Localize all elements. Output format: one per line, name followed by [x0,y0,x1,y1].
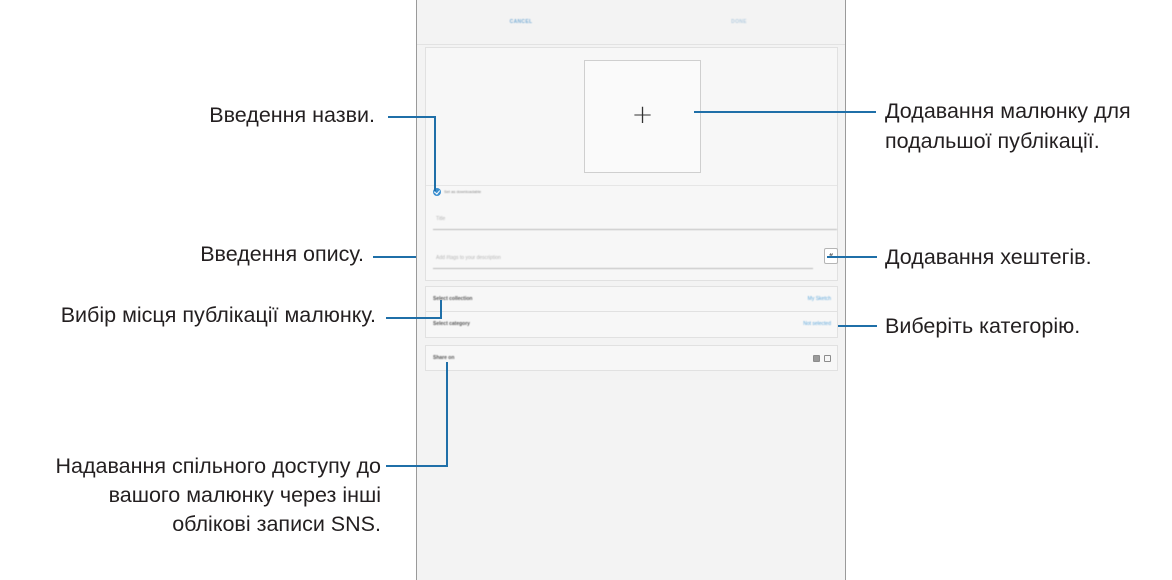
callout-share-line-1: Надавання спільного доступу до [55,454,382,478]
downloadable-checkbox-label: Set as downloadable [444,189,482,194]
plus-icon: + [631,100,654,130]
title-input[interactable]: Title [433,208,837,230]
callout-line [434,116,436,191]
callout-line [440,300,442,319]
drawing-details-form: + Set as downloadable Title Add #tags to… [425,47,838,281]
facebook-icon[interactable] [813,355,820,362]
divider [426,185,837,186]
select-collection-row[interactable]: Select collection My Sketch [425,286,838,312]
callout-publish-place: Вибір місця публікації малюнку. [60,303,376,327]
callout-share-line-2: вашого малюнку через інші [108,483,381,507]
callout-choose-category: Виберіть категорію. [885,314,1081,338]
twitter-icon[interactable] [824,355,831,362]
callout-line [694,111,876,113]
add-image-button[interactable]: + [584,60,701,173]
callout-line [827,256,877,258]
description-input[interactable]: Add #tags to your description [433,247,813,269]
callout-line [446,362,448,467]
callout-line [386,465,448,467]
top-action-bar: CANCEL DONE [417,0,845,45]
select-category-row[interactable]: Select category Not selected [425,312,838,338]
tablet-screen: CANCEL DONE + Set as downloadable Title … [416,0,846,580]
callout-line [373,256,416,258]
callout-line [388,116,436,118]
callout-add-image-line-1: Додавання малюнку для [885,99,1131,123]
share-on-label: Share on [433,355,455,361]
collection-value: My Sketch [807,296,831,302]
callout-line [838,325,877,327]
share-on-row: Share on [425,345,838,371]
category-value: Not selected [803,321,831,327]
cancel-button[interactable]: CANCEL [481,0,561,44]
callout-add-hashtags: Додавання хештегів. [885,245,1092,269]
done-button[interactable]: DONE [699,0,779,44]
select-collection-label: Select collection [433,296,473,302]
callout-line [386,317,442,319]
select-category-label: Select category [433,321,470,327]
callout-title-entry: Введення назви. [209,103,375,127]
callout-add-image-line-2: подальшої публікації. [885,129,1100,153]
callout-description-entry: Введення опису. [200,242,364,266]
callout-share-line-3: облікові записи SNS. [172,512,381,536]
